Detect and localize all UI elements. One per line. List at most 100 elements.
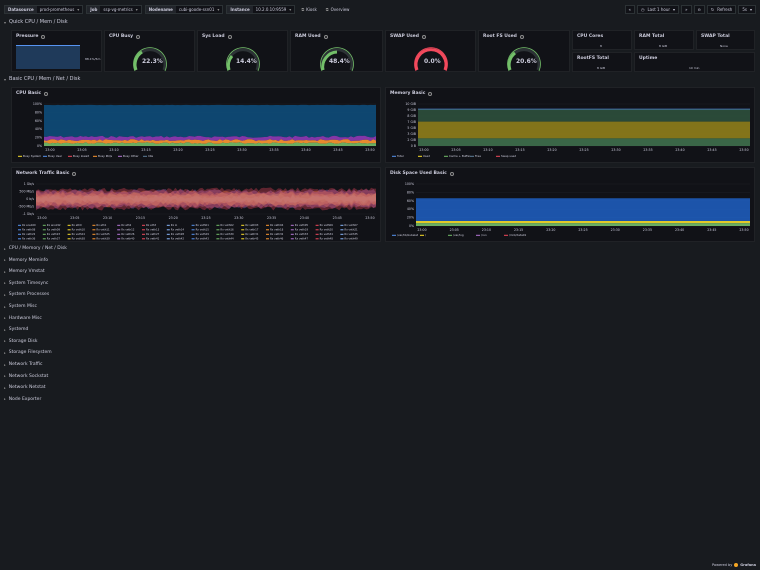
variable-job[interactable]: Job ssp-vg-metrics ▾ [86,5,142,14]
legend-label: Rx veth17 [245,228,259,232]
legend-swatch [166,229,170,231]
y-tick-label: 60% [407,199,414,203]
disk-log-area [416,223,750,226]
legend-label: Rx veth06 [320,223,334,227]
legend-swatch [92,238,96,240]
collapsed-row[interactable]: ▸ Network Sockstat [4,374,48,379]
ram-used-value: 48.4% [329,58,350,65]
powered-by-label: Powered by [712,563,733,567]
legend-label: Idle [148,154,153,158]
panel-cpu-cores[interactable]: CPU Cores 8 [572,30,632,50]
collapsed-row[interactable]: ▸ CPU / Memory / Net / Disk [4,246,67,251]
panel-ram-used[interactable]: RAM Used 48.4% [290,30,383,72]
legend-label: Rx veth21 [344,228,358,232]
x-tick-label: 23:45 [333,148,342,152]
memory-cache-area [418,138,750,146]
sys-load-value: 14.4% [236,58,257,65]
legend-label: /mnt/data01 [509,233,527,237]
collapsed-row[interactable]: ▸ System Processes [4,292,49,297]
legend-swatch [496,155,500,157]
legend-swatch [290,224,294,226]
legend-swatch [420,234,424,236]
panel-swap-used[interactable]: SWAP Used 0.0% [385,30,476,72]
swap-total-value: None [720,44,728,48]
row-quick-header[interactable]: ▾ Quick CPU / Mem / Disk [4,19,68,25]
legend-swatch [142,233,145,235]
panel-pressure[interactable]: Pressure 88.1%/5m [11,30,102,72]
time-range-label: Last 1 hour [647,7,671,12]
panel-cpu-busy[interactable]: CPU Busy 22.3% [104,30,195,72]
row-title: System Processes [8,292,50,298]
time-range-picker[interactable]: ◷ Last 1 hour ▾ [636,5,680,14]
legend-swatch [117,233,121,235]
row-basic-header[interactable]: ▾ Basic CPU / Mem / Net / Disk [4,76,80,82]
time-forward-button[interactable]: » [681,5,692,14]
info-icon [421,34,426,39]
panel-title: Root FS Used [483,34,517,39]
collapsed-row[interactable]: ▸ Storage Filesystem [4,350,52,355]
collapsed-row[interactable]: ▸ Network Netstat [4,385,46,390]
collapsed-row[interactable]: ▸ Memory Meminfo [4,258,48,263]
legend-label: Rx eth0 [72,223,82,227]
x-tick-label: 23:25 [201,216,210,220]
zoom-out-button[interactable]: ⊖ [693,5,705,14]
x-tick-label: 23:00 [417,228,426,232]
legend-swatch [117,229,121,231]
variable-datasource[interactable]: Datasource prod-prometheus ▾ [4,5,84,14]
panel-disk-space-used-basic[interactable]: Disk Space Used Basic 100% 80% 60% 40% 20% 0%… [385,167,755,242]
info-icon [323,34,328,39]
variable-nodename[interactable]: Nodename cubi-goode-ssn01 ▾ [144,5,224,14]
brand-label[interactable]: Grafana [740,563,756,567]
panel-ram-total[interactable]: RAM Total 8 GiB [634,30,694,50]
chevron-down-icon: ▾ [217,7,220,12]
collapsed-row[interactable]: ▸ Node Exporter [4,397,41,402]
variable-label: Datasource [5,6,37,13]
y-tick-label: 9 GiB [407,108,416,112]
x-tick-label: 23:05 [450,228,459,232]
disk-var-lib-area [416,198,750,221]
refresh-interval-value: 5s [742,7,747,12]
legend-label: Rx veth18 [270,228,284,232]
collapsed-row[interactable]: ▸ System Misc [4,304,37,309]
x-tick-label: 23:30 [234,216,243,220]
legend-label: Rx veth02 [220,223,234,227]
refresh-interval-picker[interactable]: 5s ▾ [738,5,756,14]
x-tick-label: 23:30 [611,148,620,152]
collapsed-row[interactable]: ▸ Network Traffic [4,362,43,367]
panel-memory-basic[interactable]: Memory Basic 10 GiB 9 GiB 8 GiB 7 GiB 5 GiB 3… [385,87,755,163]
legend-label: Rx veth01 [196,223,210,227]
time-back-button[interactable]: « [624,5,635,14]
collapsed-row[interactable]: ▸ Systemd [4,327,28,332]
link-kiosk-button[interactable]: ⧉ Kiosk [298,5,319,14]
variable-instance[interactable]: Instance 10.2.0.10:9559 ▾ [226,5,296,14]
row-title: Hardware Misc [8,315,42,321]
panel-swap-total[interactable]: SWAP Total None [696,30,755,50]
variable-value: 10.2.0.10:9559 [255,7,287,12]
collapsed-row[interactable]: ▸ Hardware Misc [4,316,42,321]
row-title: Memory Vmstat [8,269,45,275]
panel-rootfs-total[interactable]: RootFS Total 8 GiB [572,52,632,72]
refresh-button[interactable]: ↻ Refresh [706,5,737,14]
panel-rootfs-used[interactable]: Root FS Used 20.6% [478,30,570,72]
panel-sys-load[interactable]: Sys Load 14.4% [197,30,288,72]
collapsed-row[interactable]: ▸ Storage Disk [4,339,37,344]
chevron-right-icon: ▸ [4,304,6,309]
legend-label: Rx veth35 [344,232,358,236]
collapsed-row[interactable]: ▸ Memory Vmstat [4,269,45,274]
x-tick-label: 23:10 [109,148,118,152]
x-tick-label: 23:15 [141,148,150,152]
button-label: Overview [330,7,350,12]
chevron-down-icon: ▾ [4,19,7,25]
collapsed-row[interactable]: ▸ System Timesync [4,281,48,286]
panel-uptime[interactable]: Uptime 10 min [634,52,755,72]
memory-used-area [418,121,750,139]
x-tick-label: 23:20 [547,148,556,152]
y-tick-label: -500 Mb/s [18,205,34,209]
panel-network-traffic-basic[interactable]: Network Traffic Basic 1 Gb/s 500 Mb/s 0 b/… [11,167,381,242]
legend-label: Total [396,154,404,158]
panel-cpu-basic[interactable]: CPU Basic 100% 80% 60% 40% 20% 0% 23:00 23:05 23… [11,87,381,163]
legend-swatch [392,234,396,236]
link-overview-button[interactable]: ⧉ Overview [323,5,353,14]
legend-label: Rx veth41 [146,237,160,241]
legend-swatch [340,233,344,235]
